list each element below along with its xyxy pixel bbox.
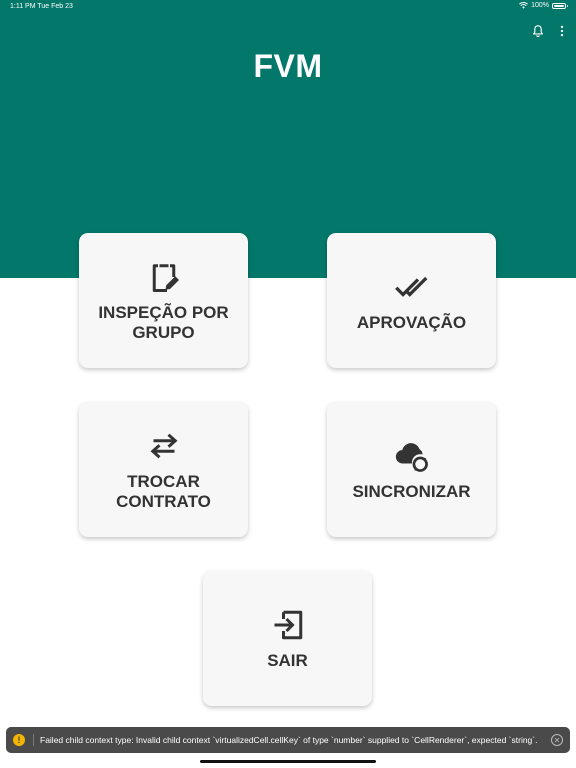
aprovacao-button[interactable]: APROVAÇÃO — [327, 233, 496, 368]
aprovacao-label: APROVAÇÃO — [356, 312, 467, 332]
clipboard-edit-icon — [152, 263, 179, 292]
app-title: FVM — [253, 48, 323, 84]
swap-arrows-icon — [149, 433, 178, 458]
more-vertical-icon[interactable] — [556, 24, 568, 38]
wifi-icon — [519, 2, 529, 9]
sair-label: SAIR — [267, 650, 308, 670]
exit-icon — [274, 610, 302, 639]
warning-icon: ! — [13, 734, 25, 746]
battery-percent: 100% — [531, 2, 549, 9]
warning-toast[interactable]: ! Failed child context type: Invalid chi… — [6, 727, 570, 753]
battery-icon — [552, 2, 568, 9]
trocar-contrato-label: TROCAR CONTRATO — [116, 471, 211, 511]
status-bar: 1:11 PM Tue Feb 23 100% — [0, 0, 576, 14]
home-indicator[interactable] — [200, 760, 376, 763]
sair-button[interactable]: SAIR — [203, 571, 372, 706]
cloud-sync-icon — [395, 442, 428, 472]
status-time-date: 1:11 PM Tue Feb 23 — [10, 3, 73, 10]
toast-message: Failed child context type: Invalid child… — [40, 735, 538, 745]
toast-divider — [33, 734, 34, 746]
inspecao-por-grupo-label: INSPEÇÃO POR GRUPO — [98, 302, 229, 342]
double-check-icon — [394, 276, 427, 297]
status-right-group: 100% — [519, 2, 568, 9]
trocar-contrato-button[interactable]: TROCAR CONTRATO — [79, 402, 248, 537]
close-icon[interactable]: ✕ — [551, 734, 563, 746]
bell-icon[interactable] — [531, 24, 545, 38]
inspecao-por-grupo-button[interactable]: INSPEÇÃO POR GRUPO — [79, 233, 248, 368]
sincronizar-label: SINCRONIZAR — [352, 481, 471, 501]
sincronizar-button[interactable]: SINCRONIZAR — [327, 402, 496, 537]
